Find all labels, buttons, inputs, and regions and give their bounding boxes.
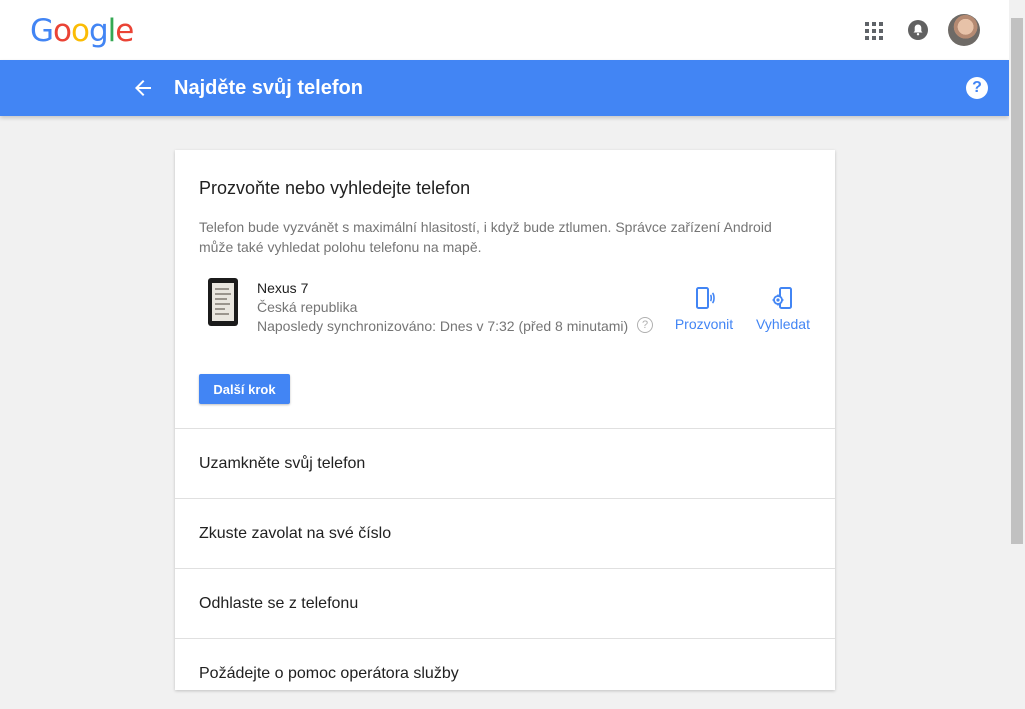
card-title: Prozvoňte nebo vyhledejte telefon	[199, 178, 471, 198]
arrow-back-icon[interactable]	[131, 76, 155, 100]
info-icon[interactable]: ?	[637, 317, 653, 333]
logo-letter: l	[107, 13, 117, 49]
scrollbar-thumb[interactable]	[1011, 18, 1023, 544]
logo-letter: o	[53, 13, 72, 49]
option-sign-out[interactable]: Odhlaste se z telefonu	[175, 568, 835, 639]
card-description: Telefon bude vyzvánět s maximální hlasit…	[199, 219, 772, 255]
find-phone-card: Prozvoňte nebo vyhledejte telefon Telefo…	[175, 150, 835, 690]
page-title: Najděte svůj telefon	[174, 77, 363, 99]
option-lock-phone[interactable]: Uzamkněte svůj telefon	[175, 428, 835, 499]
locate-label: Vyhledat	[756, 316, 810, 332]
device-image	[208, 278, 238, 326]
ring-button[interactable]: Prozvonit	[671, 286, 737, 334]
apps-grid-icon[interactable]	[865, 22, 883, 40]
logo-letter: o	[71, 13, 90, 49]
ring-label: Prozvonit	[674, 316, 734, 332]
option-label: Zkuste zavolat na své číslo	[199, 525, 392, 542]
notifications-bell-icon[interactable]	[908, 20, 928, 40]
option-contact-carrier[interactable]: Požádejte o pomoc operátora služby	[175, 638, 835, 709]
device-name: Nexus 7	[257, 280, 309, 296]
logo-letter: g	[88, 13, 109, 49]
next-step-button[interactable]: Další krok	[199, 374, 290, 404]
device-country: Česká republika	[257, 299, 358, 315]
logo-letter: G	[30, 13, 54, 49]
phone-ring-icon	[696, 287, 715, 309]
logo-letter: e	[115, 13, 134, 49]
top-bar: Google	[0, 0, 1009, 60]
help-icon[interactable]: ?	[966, 77, 988, 99]
option-label: Požádejte o pomoc operátora služby	[199, 665, 459, 682]
avatar[interactable]	[948, 14, 980, 46]
option-label: Odhlaste se z telefonu	[199, 595, 359, 612]
option-call-number[interactable]: Zkuste zavolat na své číslo	[175, 498, 835, 569]
phone-locate-icon	[772, 287, 792, 309]
device-sync-status: Naposledy synchronizováno: Dnes v 7:32 (…	[257, 318, 629, 334]
google-logo[interactable]: Google	[30, 13, 134, 49]
option-label: Uzamkněte svůj telefon	[199, 455, 366, 472]
locate-button[interactable]: Vyhledat	[751, 286, 815, 334]
title-bar: Najděte svůj telefon ?	[0, 60, 1009, 116]
